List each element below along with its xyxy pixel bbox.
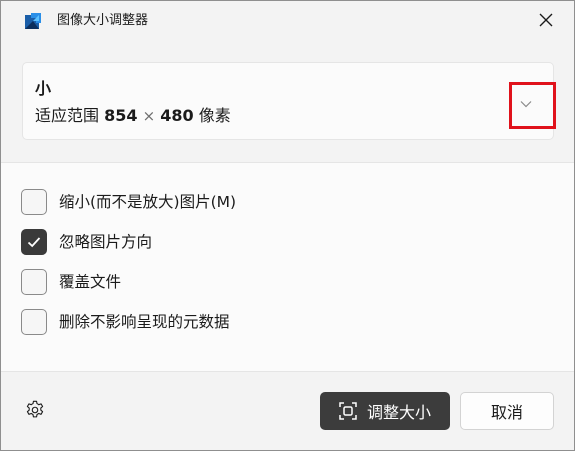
title-bar: 图像大小调整器 — [1, 1, 574, 43]
checkmark-icon — [27, 233, 41, 252]
close-icon — [539, 12, 553, 31]
footer-bar: 调整大小 取消 — [1, 372, 574, 450]
resize-button[interactable]: 调整大小 — [320, 392, 450, 430]
option-label: 忽略图片方向 — [59, 233, 153, 251]
option-ignore-orientation[interactable]: 忽略图片方向 — [21, 228, 152, 256]
size-desc-prefix: 适应范围 — [35, 106, 100, 125]
shrink-only-checkbox[interactable] — [21, 189, 47, 215]
remove-metadata-checkbox[interactable] — [21, 309, 47, 335]
option-label: 删除不影响呈现的元数据 — [59, 313, 230, 331]
image-resizer-icon — [24, 12, 42, 30]
size-times-symbol: × — [142, 107, 156, 125]
size-dropdown-button[interactable] — [511, 87, 541, 117]
size-preset-name: 小 — [35, 79, 52, 98]
cancel-button[interactable]: 取消 — [460, 392, 554, 430]
size-preset-selector[interactable]: 小 适应范围 854 × 480 像素 — [22, 62, 554, 140]
option-label: 覆盖文件 — [59, 273, 122, 291]
option-remove-metadata[interactable]: 删除不影响呈现的元数据 — [21, 308, 230, 336]
options-panel: 缩小(而不是放大)图片(M) 忽略图片方向 覆盖文件 删除不影响呈现的元数据 — [1, 163, 574, 371]
option-label: 缩小(而不是放大)图片(M) — [59, 193, 237, 211]
close-button[interactable] — [529, 5, 563, 37]
size-preset-description: 适应范围 854 × 480 像素 — [35, 104, 231, 128]
gear-icon — [24, 399, 46, 425]
image-resizer-window: 图像大小调整器 小 适应范围 854 × 480 像素 缩小(而不是放大)图片(… — [0, 0, 575, 451]
settings-button[interactable] — [21, 398, 49, 426]
resize-button-label: 调整大小 — [366, 403, 431, 422]
option-shrink-only[interactable]: 缩小(而不是放大)图片(M) — [21, 188, 236, 216]
size-unit: 像素 — [198, 106, 231, 125]
option-overwrite-files[interactable]: 覆盖文件 — [21, 268, 121, 296]
cancel-button-label: 取消 — [490, 403, 523, 422]
size-height-value: 480 — [160, 106, 194, 125]
ignore-orientation-checkbox[interactable] — [21, 229, 47, 255]
overwrite-files-checkbox[interactable] — [21, 269, 47, 295]
chevron-down-icon — [520, 93, 532, 112]
resize-icon — [339, 402, 357, 420]
size-width-value: 854 — [104, 106, 138, 125]
window-title: 图像大小调整器 — [57, 13, 149, 28]
